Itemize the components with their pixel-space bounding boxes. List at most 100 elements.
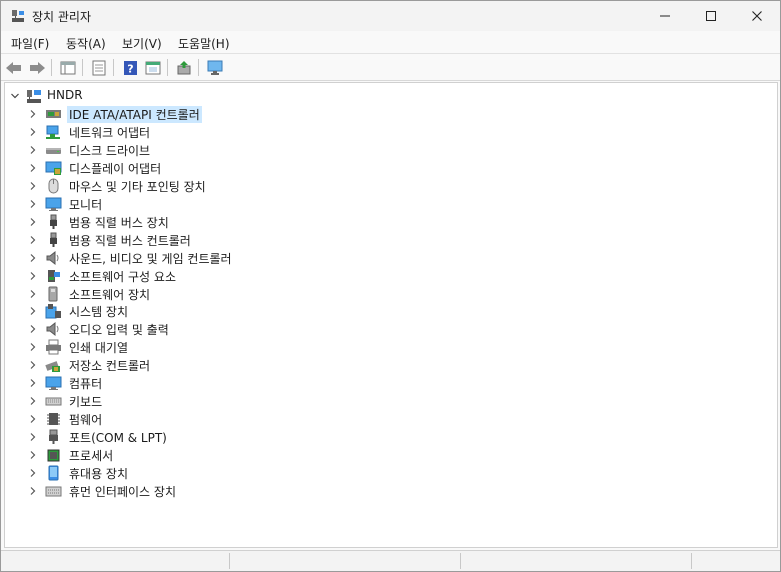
tree-item[interactable]: 프로세서	[5, 446, 305, 464]
tree-item[interactable]: 범용 직렬 버스 장치	[5, 213, 305, 231]
chevron-right-icon[interactable]	[28, 324, 38, 334]
tree-item-label: 소프트웨어 구성 요소	[69, 269, 176, 284]
chevron-right-icon[interactable]	[28, 145, 38, 155]
tree-item-label: 펌웨어	[69, 413, 103, 428]
menu-bar: 파일(F) 동작(A) 보기(V) 도움말(H)	[1, 31, 780, 54]
update-driver-icon	[177, 60, 191, 74]
chevron-right-icon[interactable]	[28, 217, 38, 227]
forward-button[interactable]	[27, 58, 47, 77]
chevron-right-icon[interactable]	[28, 486, 38, 496]
printer-icon	[46, 339, 61, 355]
menu-help[interactable]: 도움말(H)	[178, 35, 230, 52]
hid-icon	[45, 486, 62, 497]
tree-item[interactable]: 마우스 및 기타 포인팅 장치	[5, 177, 305, 195]
console-tree-button[interactable]	[58, 58, 78, 77]
chevron-right-icon[interactable]	[28, 271, 38, 281]
menu-file[interactable]: 파일(F)	[11, 35, 49, 52]
tree-item[interactable]: 펌웨어	[5, 410, 305, 428]
chevron-right-icon[interactable]	[28, 199, 38, 209]
tree-item[interactable]: 저장소 컨트롤러	[5, 356, 305, 374]
chevron-right-icon[interactable]	[28, 414, 38, 424]
toolbar-separator	[113, 59, 114, 76]
minimize-button[interactable]	[642, 1, 688, 31]
chevron-right-icon[interactable]	[28, 163, 38, 173]
tree-item[interactable]: 디스크 드라이브	[5, 141, 305, 159]
mouse-icon	[48, 178, 59, 194]
chevron-right-icon[interactable]	[28, 396, 38, 406]
update-driver-button[interactable]	[174, 58, 194, 77]
software-component-icon	[48, 269, 60, 282]
tree-item[interactable]: 휴대용 장치	[5, 464, 305, 482]
chevron-right-icon[interactable]	[28, 253, 38, 263]
tree-item[interactable]: 오디오 입력 및 출력	[5, 320, 305, 338]
tree-item-label: 키보드	[69, 395, 103, 410]
device-manager-app-icon	[12, 10, 24, 22]
chevron-right-icon[interactable]	[28, 432, 38, 442]
back-icon	[6, 61, 21, 74]
speaker-icon	[46, 322, 59, 337]
usb-icon	[50, 214, 57, 229]
tree-item[interactable]: 컴퓨터	[5, 374, 305, 392]
properties-icon	[60, 61, 76, 74]
menu-action[interactable]: 동작(A)	[66, 35, 106, 52]
tree-item[interactable]: 소프트웨어 구성 요소	[5, 267, 305, 285]
maximize-icon	[706, 11, 716, 21]
tree-item[interactable]: 휴먼 인터페이스 장치	[5, 482, 305, 500]
view-icon	[145, 61, 161, 74]
help-button[interactable]: ?	[120, 58, 140, 77]
tree-item-label: 프로세서	[69, 449, 114, 464]
keyboard-icon	[45, 397, 62, 406]
status-bar	[1, 550, 780, 571]
close-icon	[752, 11, 762, 21]
tree-item-label: 모니터	[69, 197, 103, 212]
firmware-icon	[47, 413, 60, 426]
tree-item[interactable]: 사운드, 비디오 및 게임 컨트롤러	[5, 249, 305, 267]
tree-item-label: 디스플레이 어댑터	[69, 161, 162, 176]
chevron-right-icon[interactable]	[28, 468, 38, 478]
tree-item[interactable]: IDE ATA/ATAPI 컨트롤러	[5, 105, 305, 123]
ide-controller-icon	[46, 110, 61, 118]
computer-icon	[45, 376, 62, 391]
chevron-right-icon[interactable]	[28, 306, 38, 316]
usb-icon	[50, 232, 57, 247]
tree-item-label: 범용 직렬 버스 장치	[69, 215, 169, 230]
window-title: 장치 관리자	[32, 10, 92, 24]
device-tree[interactable]: HNDR IDE ATA/ATAPI 컨트롤러 네트워크 어댑터 디스크 드라이브 디…	[4, 82, 778, 548]
chevron-right-icon[interactable]	[28, 289, 38, 299]
device-manager-window: 장치 관리자 파일(F) 동작(A) 보기(V) 도움말(H) ? HNDR I…	[0, 0, 781, 572]
menu-view[interactable]: 보기(V)	[122, 35, 162, 52]
svg-text:?: ?	[127, 62, 133, 75]
back-button[interactable]	[4, 58, 24, 77]
tree-item[interactable]: 포트(COM & LPT)	[5, 428, 305, 446]
status-divider	[229, 553, 230, 569]
title-bar[interactable]: 장치 관리자	[1, 1, 780, 31]
chevron-right-icon[interactable]	[28, 127, 38, 137]
tree-item-label: 컴퓨터	[69, 377, 103, 392]
chevron-right-icon[interactable]	[28, 360, 38, 370]
tree-item[interactable]: 소프트웨어 장치	[5, 285, 305, 303]
maximize-button[interactable]	[688, 1, 734, 31]
chevron-right-icon[interactable]	[28, 235, 38, 245]
speaker-icon	[46, 250, 59, 265]
close-button[interactable]	[734, 1, 780, 31]
display-adapter-icon	[45, 161, 62, 175]
chevron-right-icon[interactable]	[28, 450, 38, 460]
network-adapter-icon	[46, 125, 60, 139]
tree-item[interactable]: 키보드	[5, 392, 305, 410]
tree-item[interactable]: 모니터	[5, 195, 305, 213]
tree-item[interactable]: 시스템 장치	[5, 302, 305, 320]
tree-item[interactable]: 범용 직렬 버스 컨트롤러	[5, 231, 305, 249]
chevron-down-icon[interactable]	[10, 91, 20, 101]
chevron-right-icon[interactable]	[28, 109, 38, 119]
chevron-right-icon[interactable]	[28, 181, 38, 191]
tree-item[interactable]: 디스플레이 어댑터	[5, 159, 305, 177]
chevron-right-icon[interactable]	[28, 342, 38, 352]
tree-item[interactable]: 인쇄 대기열	[5, 338, 305, 356]
view-button[interactable]	[143, 58, 163, 77]
scan-hardware-button[interactable]	[205, 58, 225, 77]
processor-icon	[47, 449, 60, 462]
tree-item[interactable]: 네트워크 어댑터	[5, 123, 305, 141]
toolbar: ?	[1, 54, 780, 81]
chevron-right-icon[interactable]	[28, 378, 38, 388]
properties-button[interactable]	[89, 58, 109, 77]
